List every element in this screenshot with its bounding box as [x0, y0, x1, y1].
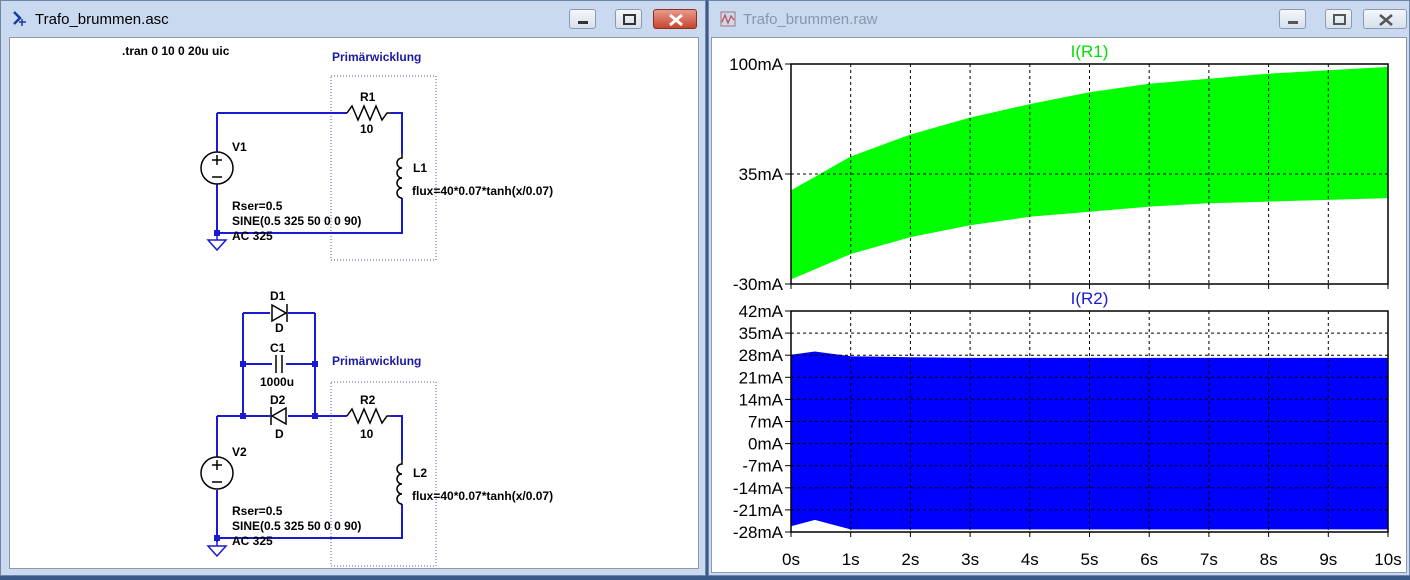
ground-symbol-1[interactable]: [206, 236, 228, 252]
ground-symbol-2[interactable]: [206, 541, 228, 558]
x-tick-label: 4s: [1021, 550, 1039, 569]
waveform-titlebar[interactable]: Trafo_brummen.raw: [709, 1, 1409, 37]
r1-value[interactable]: 10: [360, 122, 374, 136]
d1-value[interactable]: D: [275, 321, 284, 335]
schematic-canvas[interactable]: .tran 0 10 0 20u uic Primärwicklung R1 1…: [9, 37, 699, 569]
inductor-l2[interactable]: [396, 460, 403, 505]
y-tick-label: -14mA: [733, 479, 784, 498]
x-tick-label: 3s: [961, 550, 979, 569]
c1-name: C1: [270, 341, 286, 355]
x-tick-label: 9s: [1319, 550, 1337, 569]
l1-name: L1: [413, 161, 427, 175]
y-tick-label: 0mA: [748, 435, 784, 454]
diode-d1[interactable]: [271, 303, 288, 323]
label-primaerwicklung-1[interactable]: Primärwicklung: [332, 50, 421, 64]
v2-sine[interactable]: SINE(0.5 325 50 0 0 90): [232, 519, 361, 533]
y-tick-label: 35mA: [739, 324, 784, 343]
close-button[interactable]: [1363, 9, 1407, 29]
y-tick-label: -21mA: [733, 501, 784, 520]
junction-nodes-2: [240, 361, 318, 419]
schematic-window-title: Trafo_brummen.asc: [35, 11, 169, 28]
l2-value[interactable]: flux=40*0.07*tanh(x/0.07): [412, 489, 553, 503]
v1-sine[interactable]: SINE(0.5 325 50 0 0 90): [232, 214, 361, 228]
d2-name: D2: [270, 393, 286, 407]
c1-value[interactable]: 1000u: [260, 375, 294, 389]
v2-rser[interactable]: Rser=0.5: [232, 504, 283, 518]
x-tick-label: 10s: [1374, 550, 1401, 569]
pane-title-2[interactable]: I(R2): [1071, 289, 1109, 308]
minimize-button[interactable]: [569, 9, 596, 29]
v1-ac[interactable]: AC 325: [232, 229, 273, 243]
x-tick-label: 1s: [842, 550, 860, 569]
resistor-r1[interactable]: [346, 104, 391, 122]
v2-ac[interactable]: AC 325: [232, 534, 273, 548]
x-tick-label: 6s: [1140, 550, 1158, 569]
capacitor-c1[interactable]: [275, 355, 283, 373]
y-tick-label: 21mA: [739, 368, 784, 387]
r1-name: R1: [360, 90, 376, 104]
x-tick-label: 7s: [1200, 550, 1218, 569]
y-tick-label: -30mA: [733, 275, 784, 294]
r2-value[interactable]: 10: [360, 427, 374, 441]
y-tick-label: 100mA: [729, 55, 784, 74]
v1-rser[interactable]: Rser=0.5: [232, 199, 283, 213]
l1-value[interactable]: flux=40*0.07*tanh(x/0.07): [412, 184, 553, 198]
close-button[interactable]: [653, 9, 697, 29]
tran-directive[interactable]: .tran 0 10 0 20u uic: [122, 44, 230, 58]
waveform-app-icon: [720, 11, 736, 27]
y-tick-label: 14mA: [739, 390, 784, 409]
r2-name: R2: [360, 393, 376, 407]
y-tick-label: 28mA: [739, 346, 784, 365]
d2-value[interactable]: D: [275, 427, 284, 441]
pane-title-1[interactable]: I(R1): [1071, 42, 1109, 61]
inductor-l1[interactable]: [396, 154, 403, 199]
waveform-plot-area[interactable]: I(R1) 100mA 35mA -30mA I(R2) 42mA 35mA 28mA 21mA…: [712, 38, 1407, 573]
x-tick-label: 5s: [1081, 550, 1099, 569]
node-gnd-1: [214, 230, 220, 236]
ltspice-schematic-icon: [13, 11, 26, 26]
v1-name: V1: [232, 140, 247, 154]
y-tick-label: 42mA: [739, 302, 784, 321]
node-gnd-2: [214, 535, 220, 541]
y-tick-label: -7mA: [742, 457, 783, 476]
resistor-r2[interactable]: [346, 407, 391, 425]
diode-d2[interactable]: [270, 406, 287, 426]
schematic-titlebar[interactable]: Trafo_brummen.asc: [1, 1, 705, 37]
d1-name: D1: [270, 289, 286, 303]
x-tick-label: 0s: [782, 550, 800, 569]
y-tick-label: 35mA: [739, 165, 784, 184]
v2-name: V2: [232, 445, 247, 459]
x-tick-label: 2s: [901, 550, 919, 569]
maximize-button[interactable]: [1325, 9, 1352, 29]
y-tick-label: -28mA: [733, 523, 784, 542]
l2-name: L2: [413, 466, 427, 480]
x-tick-label: 8s: [1260, 550, 1278, 569]
voltage-source-v1[interactable]: [200, 151, 234, 185]
waveform-window[interactable]: Trafo_brummen.raw I(R1) 100mA 35mA -30mA I(R…: [708, 0, 1410, 576]
schematic-window[interactable]: Trafo_brummen.asc .tran 0 10 0 20u uic P…: [0, 0, 706, 576]
schematic-drawing[interactable]: .tran 0 10 0 20u uic Primärwicklung R1 1…: [10, 38, 699, 569]
maximize-button[interactable]: [615, 9, 642, 29]
label-primaerwicklung-2[interactable]: Primärwicklung: [332, 354, 421, 368]
y-tick-label: 7mA: [748, 413, 784, 432]
waveform-window-title: Trafo_brummen.raw: [743, 11, 878, 28]
waveform-canvas[interactable]: I(R1) 100mA 35mA -30mA I(R2) 42mA 35mA 28mA 21mA…: [711, 37, 1407, 573]
minimize-button[interactable]: [1279, 9, 1306, 29]
voltage-source-v2[interactable]: [200, 456, 234, 490]
